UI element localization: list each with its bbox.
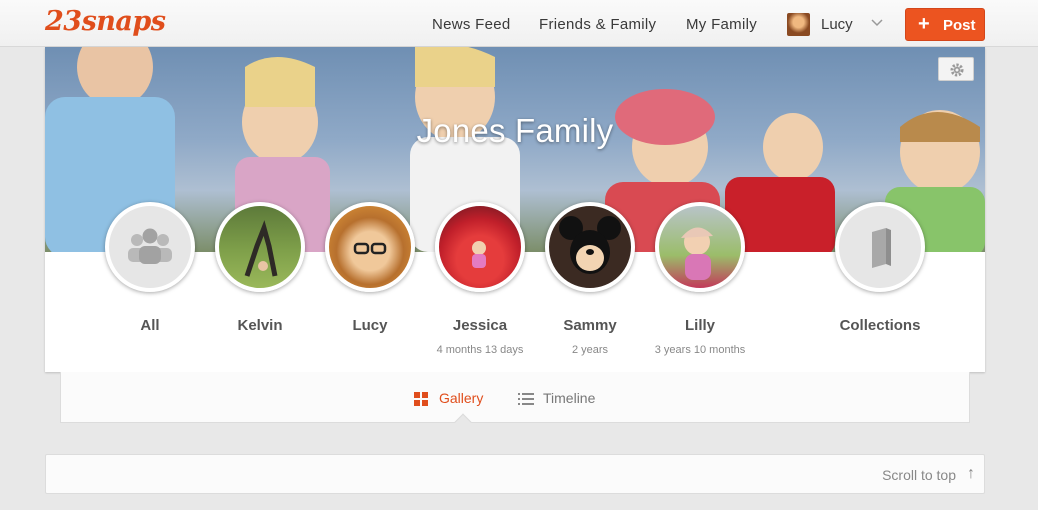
member-name: Lucy	[352, 317, 388, 334]
member-jessica[interactable]: Jessica 4 months 13 days	[435, 202, 525, 356]
top-navbar: 23snaps News Feed Friends & Family My Fa…	[0, 0, 1038, 47]
list-icon	[518, 393, 534, 405]
avatar[interactable]	[787, 13, 810, 36]
scroll-to-top-bar: Scroll to top ↑	[45, 454, 985, 494]
family-profile-card: Jones Family All Kelvin Lucy Jessica 4 m…	[45, 47, 985, 372]
chevron-down-icon[interactable]	[871, 16, 883, 28]
avatar	[545, 202, 635, 292]
member-sammy[interactable]: Sammy 2 years	[545, 202, 635, 356]
member-collections[interactable]: Collections	[835, 202, 925, 334]
gear-icon	[950, 63, 964, 77]
plus-icon: +	[918, 13, 930, 35]
avatar	[215, 202, 305, 292]
member-name: Lilly	[684, 317, 715, 334]
member-lucy[interactable]: Lucy	[325, 202, 415, 334]
member-name: Sammy	[563, 317, 617, 334]
page-title: Jones Family	[416, 112, 614, 149]
member-name: Collections	[839, 317, 921, 334]
tab-label: Gallery	[439, 390, 484, 406]
view-tabs: Gallery Timeline	[60, 372, 970, 431]
avatar	[325, 202, 415, 292]
settings-button[interactable]	[938, 57, 974, 81]
nav-friends-family[interactable]: Friends & Family	[539, 16, 656, 33]
arrow-up-icon[interactable]: ↑	[967, 465, 975, 483]
logo[interactable]: 23snaps	[45, 6, 166, 37]
member-lilly[interactable]: Lilly 3 years 10 months	[655, 202, 745, 356]
post-button-label: Post	[943, 17, 976, 34]
book-icon	[835, 202, 925, 292]
post-button[interactable]: + Post	[905, 8, 985, 41]
scroll-to-top-link[interactable]: Scroll to top	[882, 467, 956, 483]
nav-news-feed[interactable]: News Feed	[432, 16, 511, 33]
group-icon	[105, 202, 195, 292]
member-name: Jessica	[452, 317, 508, 334]
nav-my-family[interactable]: My Family	[686, 16, 757, 33]
member-name: Kelvin	[237, 317, 283, 334]
user-menu-name[interactable]: Lucy	[821, 16, 853, 33]
avatar	[655, 202, 745, 292]
member-all[interactable]: All	[105, 202, 195, 334]
grid-icon	[414, 392, 428, 406]
member-kelvin[interactable]: Kelvin	[215, 202, 305, 334]
avatar	[435, 202, 525, 292]
member-age: 3 years 10 months	[654, 344, 746, 356]
member-name: All	[140, 317, 160, 334]
active-tab-indicator	[454, 413, 472, 431]
tab-label: Timeline	[543, 390, 596, 406]
